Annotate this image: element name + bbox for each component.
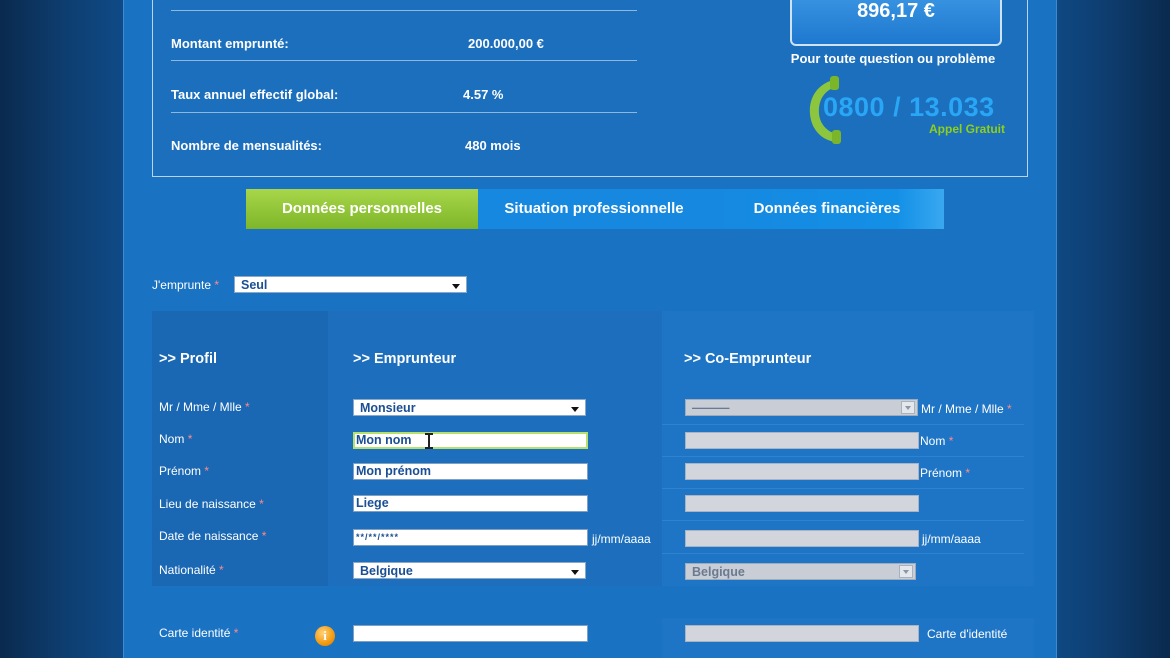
birthdate-label: Date de naissance * [159, 529, 267, 543]
profile-heading: >> Profil [159, 351, 218, 367]
co-lastname-label: Nom * [920, 434, 954, 448]
divider [171, 10, 637, 11]
firstname-input[interactable]: Mon prénom [353, 463, 588, 480]
co-nationality-select[interactable]: Belgique [685, 563, 916, 580]
co-birthdate-input[interactable] [685, 530, 919, 547]
nationality-label: Nationalité * [159, 563, 224, 577]
co-title-label: Mr / Mme / Mlle * [921, 402, 1012, 416]
chevron-down-icon [899, 565, 913, 578]
firstname-label: Prénom * [159, 464, 210, 478]
co-birthdate-format: jj/mm/aaaa [922, 532, 981, 546]
birthplace-label: Lieu de naissance * [159, 497, 264, 511]
divider [171, 60, 637, 61]
chevron-down-icon [901, 401, 915, 414]
divider [662, 488, 1024, 489]
text-cursor-icon [425, 433, 433, 449]
amount-value: 200.000,00 € [468, 36, 544, 51]
co-id-card-input[interactable] [685, 625, 919, 642]
page-container: Montant emprunté: 200.000,00 € Taux annu… [123, 0, 1057, 658]
info-icon[interactable]: i [315, 626, 335, 646]
chevron-down-icon [571, 407, 579, 412]
coborrower-heading: >> Co-Emprunteur [684, 351, 812, 367]
installments-label: Nombre de mensualités: [171, 138, 322, 153]
co-id-card-label: Carte d'identité [927, 627, 1008, 641]
tab-personal-data[interactable]: Données personnelles [246, 189, 478, 229]
divider [662, 424, 1024, 425]
lastname-input[interactable]: Mon nom [353, 432, 588, 449]
lastname-label: Nom * [159, 432, 193, 446]
chevron-down-icon [571, 570, 579, 575]
contact-question: Pour toute question ou problème [790, 51, 996, 66]
installments-value: 480 mois [465, 138, 521, 153]
birthdate-input[interactable]: **/**/**** [353, 529, 588, 546]
divider [662, 553, 1024, 554]
borrower-heading: >> Emprunteur [353, 351, 457, 367]
borrow-label: J'emprunte * [152, 278, 220, 292]
form-tabs: Données personnelles Situation professio… [246, 189, 944, 229]
monthly-amount: 896,17 € [857, 0, 935, 22]
monthly-amount-box: 896,17 € [790, 0, 1002, 46]
divider [662, 456, 1024, 457]
id-card-input[interactable] [353, 625, 588, 642]
co-lastname-input[interactable] [685, 432, 919, 449]
rate-value: 4.57 % [463, 87, 504, 102]
co-firstname-input[interactable] [685, 463, 919, 480]
amount-label: Montant emprunté: [171, 36, 289, 51]
tab-professional-situation[interactable]: Situation professionnelle [478, 189, 710, 229]
co-firstname-label: Prénom * [920, 466, 971, 480]
title-label: Mr / Mme / Mlle * [159, 400, 250, 414]
tab-financial-data[interactable]: Données financières [710, 189, 944, 229]
chevron-down-icon [452, 284, 460, 289]
title-select[interactable]: Monsieur [353, 399, 586, 416]
co-birthplace-input[interactable] [685, 495, 919, 512]
loan-summary: Montant emprunté: 200.000,00 € Taux annu… [152, 0, 1028, 177]
birthdate-format: jj/mm/aaaa [592, 532, 651, 546]
rate-label: Taux annuel effectif global: [171, 87, 339, 102]
co-title-select[interactable]: ——— [685, 399, 918, 416]
borrow-select[interactable]: Seul [234, 276, 467, 293]
divider [662, 520, 1024, 521]
divider [171, 112, 637, 113]
id-card-label: Carte identité * [159, 626, 239, 640]
phone-number: 0800 / 13.033 [823, 92, 995, 122]
nationality-select[interactable]: Belgique [353, 562, 586, 579]
free-call-label: Appel Gratuit [929, 122, 1006, 136]
birthplace-input[interactable]: Liege [353, 495, 588, 512]
